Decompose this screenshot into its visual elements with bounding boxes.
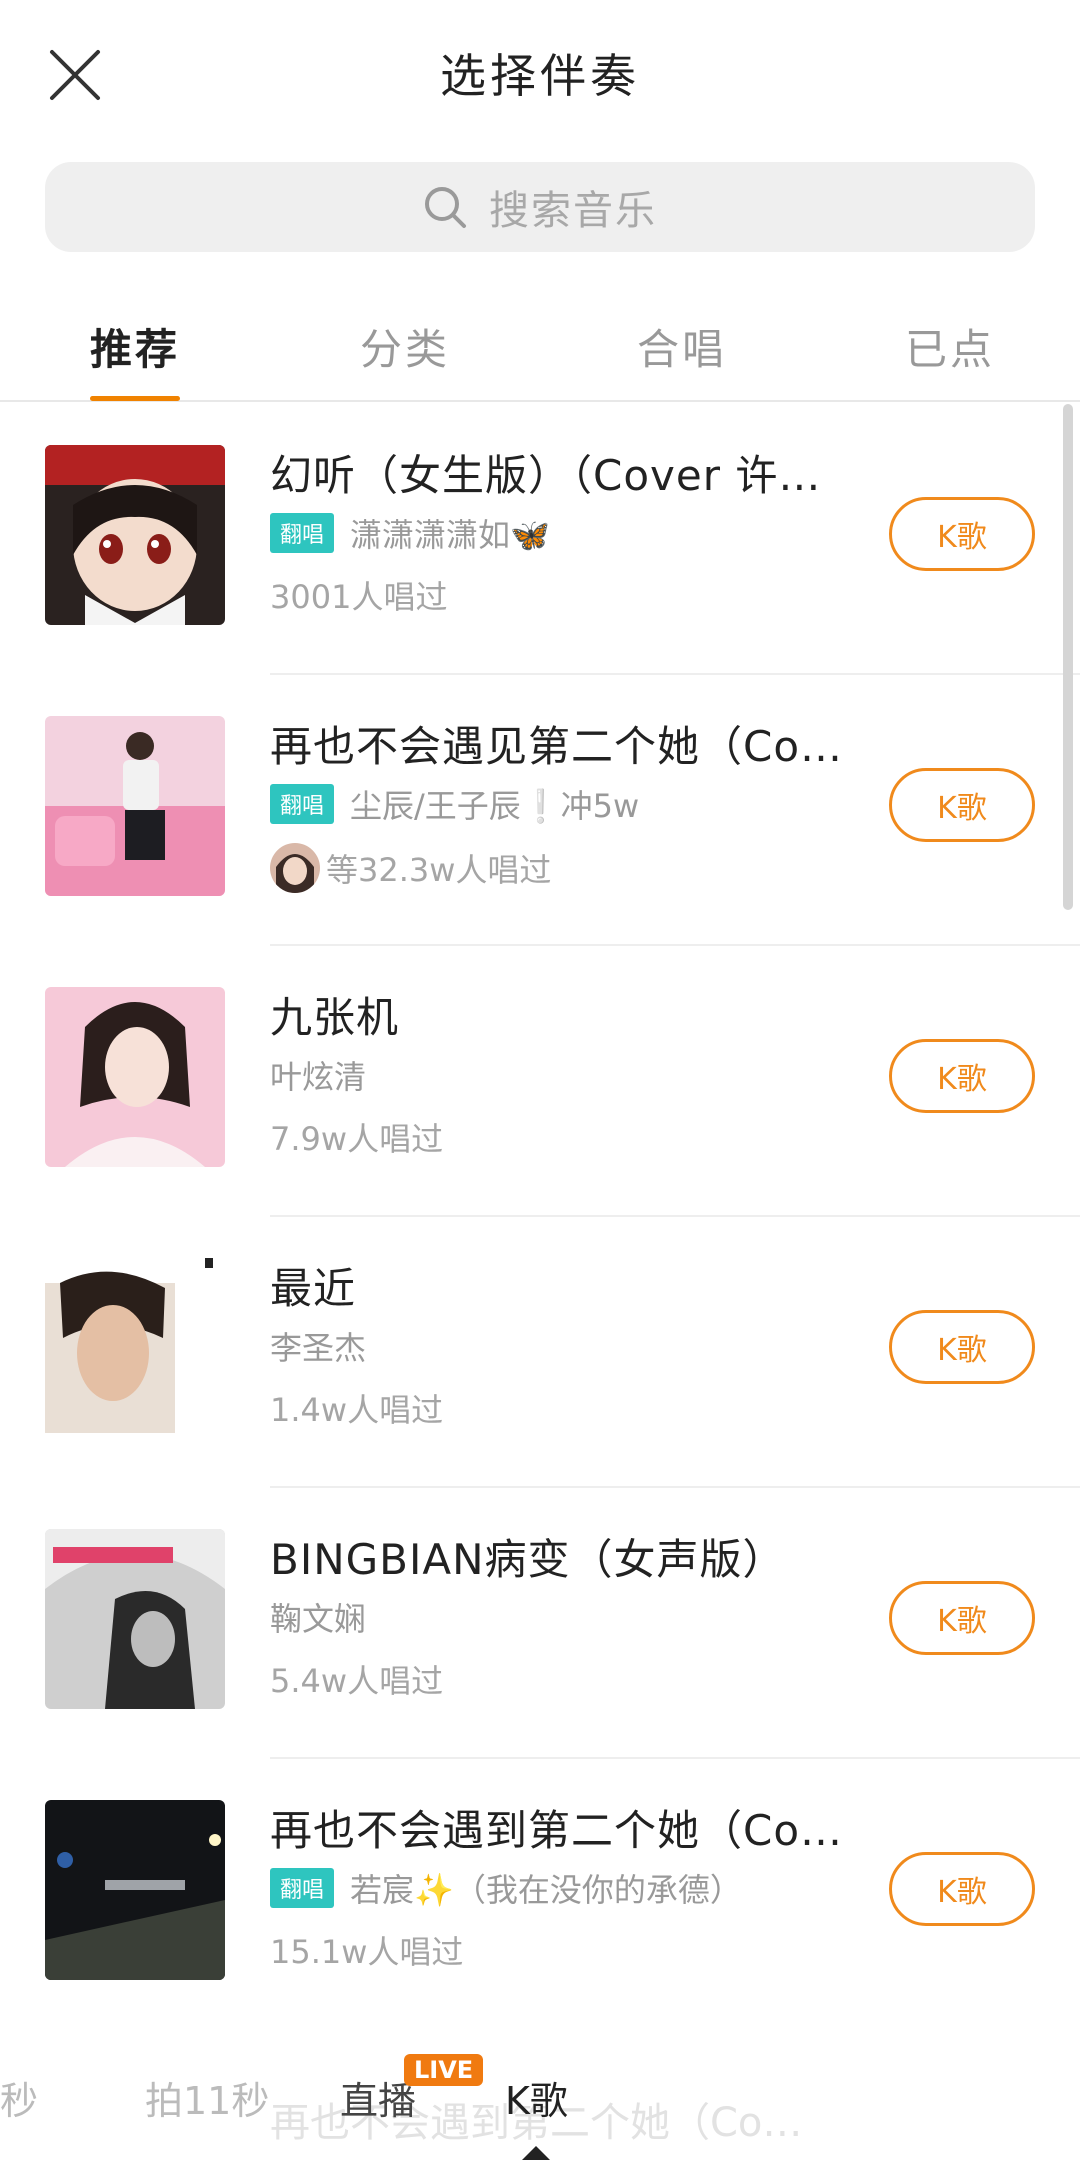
song-title: 再也不会遇到第二个她（Co… xyxy=(270,1806,844,1855)
song-row[interactable]: 再也不会遇见第二个她（Co… 翻唱 尘辰/王子辰❕冲5w 等32.3w人唱过 K… xyxy=(0,675,1080,946)
song-title: 再也不会遇见第二个她（Co… xyxy=(270,722,844,771)
tab-recommend[interactable]: 推荐 xyxy=(90,316,180,377)
nav-active-indicator xyxy=(522,2146,550,2160)
song-meta: 翻唱 潇潇潇潇如🦋 xyxy=(270,510,550,556)
search-bar[interactable]: 搜索音乐 xyxy=(45,162,1035,252)
song-row[interactable]: 再也不会遇到第二个她（Co… 翻唱 若宸✨（我在没你的承德） 15.1w人唱过 … xyxy=(0,1759,1080,2030)
k-song-button[interactable]: K歌 xyxy=(889,1852,1035,1926)
sing-count-text: 1.4w人唱过 xyxy=(270,1391,444,1429)
nav-item-k-song[interactable]: K歌 xyxy=(505,2070,568,2125)
k-song-button[interactable]: K歌 xyxy=(889,768,1035,842)
song-cover xyxy=(45,1800,225,1980)
tab-category[interactable]: 分类 xyxy=(360,316,450,377)
sing-count: 15.1w人唱过 xyxy=(270,1927,463,1973)
header: 选择伴奏 xyxy=(0,0,1080,150)
tab-ordered[interactable]: 已点 xyxy=(905,316,995,377)
k-song-button[interactable]: K歌 xyxy=(889,1310,1035,1384)
sing-count-text: 7.9w人唱过 xyxy=(270,1120,444,1158)
nav-item-seconds[interactable]: 秒 xyxy=(0,2070,38,2125)
sing-count-text: 15.1w人唱过 xyxy=(270,1933,464,1971)
song-cover xyxy=(45,716,225,896)
song-row[interactable]: BINGBIAN病变（女声版） 鞠文娴 5.4w人唱过 K歌 xyxy=(0,1488,1080,1759)
song-artist[interactable]: 潇潇潇潇如🦋 xyxy=(350,510,550,556)
song-row[interactable]: 幻听（女生版）（Cover 许… 翻唱 潇潇潇潇如🦋 3001人唱过 K歌 xyxy=(0,404,1080,675)
tab-active-indicator xyxy=(90,396,180,401)
sing-count: 3001人唱过 xyxy=(270,572,447,618)
scrollbar[interactable] xyxy=(1063,404,1073,910)
nav-item-shoot-11s[interactable]: 拍11秒 xyxy=(145,2070,269,2125)
song-cover xyxy=(45,1258,225,1438)
avatar xyxy=(270,843,320,893)
search-placeholder: 搜索音乐 xyxy=(489,188,657,234)
song-meta: 叶炫清 xyxy=(270,1052,366,1098)
song-row[interactable]: 九张机 叶炫清 7.9w人唱过 K歌 xyxy=(0,946,1080,1217)
song-meta: 鞠文娴 xyxy=(270,1594,366,1640)
song-artist[interactable]: 尘辰/王子辰❕冲5w xyxy=(350,781,639,827)
cover-badge: 翻唱 xyxy=(270,513,335,553)
song-artist[interactable]: 叶炫清 xyxy=(270,1052,366,1098)
song-cover xyxy=(45,1529,225,1709)
song-meta: 翻唱 尘辰/王子辰❕冲5w xyxy=(270,781,639,827)
song-title: 九张机 xyxy=(270,993,400,1042)
song-cover xyxy=(45,987,225,1167)
sing-count: 等32.3w人唱过 xyxy=(270,843,551,893)
k-song-button[interactable]: K歌 xyxy=(889,1039,1035,1113)
tab-chorus[interactable]: 合唱 xyxy=(637,316,727,377)
song-title: 幻听（女生版）（Cover 许… xyxy=(270,451,822,500)
sing-count: 1.4w人唱过 xyxy=(270,1385,443,1431)
bottom-nav: 秒 拍11秒 直播 K歌 xyxy=(0,2050,1080,2160)
sing-count: 5.4w人唱过 xyxy=(270,1656,443,1702)
tab-bar: 推荐 分类 合唱 已点 xyxy=(0,296,1080,402)
search-icon xyxy=(425,187,466,228)
cover-badge: 翻唱 xyxy=(270,1868,335,1908)
sing-count-text: 等32.3w人唱过 xyxy=(326,851,552,889)
song-title: 最近 xyxy=(270,1264,357,1313)
song-title: BINGBIAN病变（女声版） xyxy=(270,1535,786,1584)
song-artist[interactable]: 若宸✨（我在没你的承德） xyxy=(350,1865,742,1911)
k-song-button[interactable]: K歌 xyxy=(889,497,1035,571)
sing-count: 7.9w人唱过 xyxy=(270,1114,443,1160)
live-badge: LIVE xyxy=(404,2054,484,2086)
sing-count-text: 5.4w人唱过 xyxy=(270,1662,444,1700)
cover-badge: 翻唱 xyxy=(270,784,335,824)
page-title: 选择伴奏 xyxy=(440,49,640,103)
song-meta: 翻唱 若宸✨（我在没你的承德） xyxy=(270,1865,742,1911)
song-cover xyxy=(45,445,225,625)
song-artist[interactable]: 李圣杰 xyxy=(270,1323,366,1369)
song-artist[interactable]: 鞠文娴 xyxy=(270,1594,366,1640)
k-song-button[interactable]: K歌 xyxy=(889,1581,1035,1655)
song-row[interactable]: 最近 李圣杰 1.4w人唱过 K歌 xyxy=(0,1217,1080,1488)
sing-count-text: 3001人唱过 xyxy=(270,578,448,616)
song-meta: 李圣杰 xyxy=(270,1323,366,1369)
